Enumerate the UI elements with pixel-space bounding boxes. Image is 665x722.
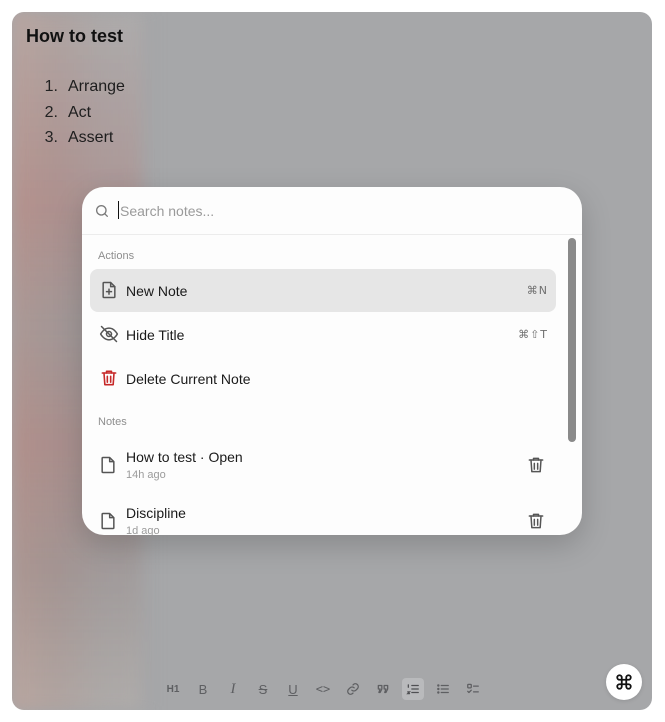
- actions-section-label: Actions: [98, 250, 135, 262]
- list-number: 3: [26, 125, 62, 151]
- strike-label: S: [258, 681, 268, 697]
- list-number: 2: [26, 100, 62, 126]
- action-delete-current-note[interactable]: Delete Current Note: [90, 357, 556, 400]
- ordered-list-button[interactable]: [402, 678, 424, 700]
- action-label: Hide Title: [126, 326, 185, 343]
- format-toolbar: H1 B I S U <>: [162, 678, 484, 700]
- command-palette: Actions New Note ⌘N Hide Title ⌘⇧T Delet…: [82, 187, 582, 535]
- note-timestamp: 14h ago: [126, 469, 166, 481]
- heading-button[interactable]: H1: [162, 678, 184, 700]
- italic-button[interactable]: I: [222, 678, 244, 700]
- command-icon: [616, 674, 632, 690]
- note-ordered-list[interactable]: 1Arrange 2Act 3Assert: [26, 74, 125, 151]
- checklist-icon: [467, 683, 479, 694]
- command-menu-button[interactable]: [606, 664, 642, 700]
- list-text[interactable]: Act: [62, 100, 91, 126]
- note-item-how-to-test[interactable]: How to test · Open 14h ago: [90, 441, 556, 493]
- bold-label: B: [198, 681, 208, 697]
- action-new-note[interactable]: New Note ⌘N: [90, 269, 556, 312]
- checklist-button[interactable]: [462, 678, 484, 700]
- trash-icon: [101, 370, 117, 386]
- quote-button[interactable]: [372, 678, 394, 700]
- file-icon: [101, 456, 115, 474]
- note-item-discipline[interactable]: Discipline 1d ago: [90, 497, 556, 535]
- note-title: How to test · Open: [126, 449, 243, 465]
- shortcut-hint: ⌘⇧T: [518, 328, 548, 341]
- list-number: 1: [26, 74, 62, 100]
- note-timestamp: 1d ago: [126, 525, 160, 535]
- code-label: <>: [315, 682, 331, 696]
- quote-icon: [377, 684, 389, 694]
- underline-label: U: [288, 681, 298, 697]
- action-label: Delete Current Note: [126, 370, 251, 387]
- list-text[interactable]: Arrange: [62, 74, 125, 100]
- underline-button[interactable]: U: [282, 678, 304, 700]
- bullet-list-button[interactable]: [432, 678, 454, 700]
- list-item[interactable]: 3Assert: [26, 125, 125, 151]
- notes-section-label: Notes: [98, 416, 127, 428]
- delete-note-icon[interactable]: [526, 511, 546, 531]
- heading-label: H1: [166, 683, 180, 695]
- note-title[interactable]: How to test: [26, 26, 123, 47]
- action-label: New Note: [126, 282, 188, 299]
- list-text[interactable]: Assert: [62, 125, 113, 151]
- search-icon: [96, 205, 108, 217]
- file-plus-icon: [102, 281, 116, 299]
- italic-label: I: [230, 680, 236, 697]
- file-icon: [101, 512, 115, 530]
- bullet-list-icon: [437, 684, 449, 694]
- text-caret: [118, 201, 119, 219]
- action-hide-title[interactable]: Hide Title ⌘⇧T: [90, 313, 556, 356]
- code-button[interactable]: <>: [312, 678, 334, 700]
- palette-scrollbar[interactable]: [568, 238, 576, 442]
- note-title: Discipline: [126, 505, 186, 521]
- list-item[interactable]: 1Arrange: [26, 74, 125, 100]
- list-item[interactable]: 2Act: [26, 100, 125, 126]
- delete-note-icon[interactable]: [526, 455, 546, 475]
- link-icon: [347, 683, 359, 695]
- shortcut-hint: ⌘N: [526, 284, 548, 297]
- search-row: [82, 187, 582, 235]
- link-button[interactable]: [342, 678, 364, 700]
- eye-off-icon: [99, 325, 119, 343]
- bold-button[interactable]: B: [192, 678, 214, 700]
- strikethrough-button[interactable]: S: [252, 678, 274, 700]
- search-input[interactable]: [118, 199, 542, 223]
- ordered-list-icon: [406, 684, 419, 695]
